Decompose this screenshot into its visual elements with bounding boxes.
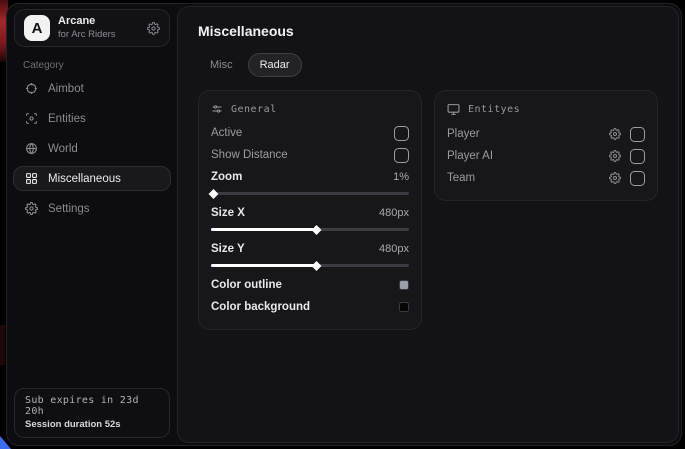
- monitor-icon: [447, 103, 460, 116]
- player-ai-settings-gear-icon[interactable]: [609, 150, 621, 162]
- zoom-value: 1%: [393, 171, 409, 183]
- setting-row-size-x: Size X 480px: [211, 202, 409, 224]
- size-x-value: 480px: [379, 207, 409, 219]
- brand-subtitle: for Arc Riders: [58, 29, 116, 41]
- sidebar-item-miscellaneous[interactable]: Miscellaneous: [13, 166, 171, 191]
- tab-radar[interactable]: Radar: [248, 53, 302, 77]
- general-card: General Active Show Distance Zoom 1%: [198, 90, 422, 330]
- sidebar-nav: Aimbot Entities World Miscellaneous: [7, 76, 177, 221]
- size-x-slider[interactable]: [211, 228, 409, 231]
- entity-row-player-ai: Player AI: [447, 145, 645, 167]
- globe-icon: [24, 142, 38, 155]
- setting-label: Show Distance: [211, 149, 288, 161]
- sidebar-item-label: Aimbot: [48, 83, 84, 95]
- sub-expiry-text: Sub expires in 23d 20h: [25, 395, 159, 417]
- sidebar-item-label: World: [48, 143, 78, 155]
- size-x-slider-thumb[interactable]: [311, 225, 321, 235]
- main-panel: Miscellaneous Misc Radar General Active: [177, 6, 679, 443]
- menu-window: A Arcane for Arc Riders Category Aimbot: [6, 3, 682, 446]
- setting-label: Zoom: [211, 171, 242, 183]
- size-y-slider[interactable]: [211, 264, 409, 267]
- entity-row-player: Player: [447, 123, 645, 145]
- sidebar-item-label: Entities: [48, 113, 86, 125]
- player-checkbox[interactable]: [630, 127, 645, 142]
- sliders-icon: [211, 103, 223, 115]
- setting-row-zoom: Zoom 1%: [211, 166, 409, 188]
- team-checkbox[interactable]: [630, 171, 645, 186]
- setting-label: Size Y: [211, 243, 245, 255]
- grid-icon: [24, 172, 38, 185]
- zoom-slider[interactable]: [211, 192, 409, 195]
- sidebar: A Arcane for Arc Riders Category Aimbot: [7, 4, 177, 445]
- general-card-title: General: [231, 104, 277, 115]
- brand-card: A Arcane for Arc Riders: [14, 9, 170, 47]
- subscription-info-card: Sub expires in 23d 20h Session duration …: [14, 388, 170, 438]
- app-logo: A: [24, 15, 50, 41]
- category-label: Category: [23, 60, 177, 71]
- setting-row-active: Active: [211, 122, 409, 144]
- setting-label: Color outline: [211, 279, 282, 291]
- setting-label: Active: [211, 127, 242, 139]
- entity-label: Player AI: [447, 150, 493, 162]
- active-checkbox[interactable]: [394, 126, 409, 141]
- gear-icon: [24, 202, 38, 215]
- screen: { "app": { "brand": { "initial": "A", "t…: [0, 0, 685, 449]
- game-background-red-sliver-2: [0, 325, 5, 365]
- sidebar-item-world[interactable]: World: [13, 136, 171, 161]
- crosshair-icon: [24, 82, 38, 95]
- setting-row-size-y: Size Y 480px: [211, 238, 409, 260]
- setting-label: Size X: [211, 207, 245, 219]
- sidebar-item-settings[interactable]: Settings: [13, 196, 171, 221]
- sidebar-item-label: Miscellaneous: [48, 173, 121, 185]
- setting-label: Color background: [211, 301, 310, 313]
- color-background-swatch[interactable]: [399, 302, 409, 312]
- tab-bar: Misc Radar: [198, 53, 658, 77]
- zoom-slider-thumb[interactable]: [209, 189, 219, 199]
- sidebar-item-entities[interactable]: Entities: [13, 106, 171, 131]
- entity-row-team: Team: [447, 167, 645, 189]
- page-title: Miscellaneous: [198, 23, 658, 39]
- setting-row-color-background: Color background: [211, 296, 409, 318]
- color-outline-swatch[interactable]: [399, 280, 409, 290]
- show-distance-checkbox[interactable]: [394, 148, 409, 163]
- size-y-slider-thumb[interactable]: [311, 261, 321, 271]
- entities-card: Entityes Player Player AI: [434, 90, 658, 201]
- player-ai-checkbox[interactable]: [630, 149, 645, 164]
- sidebar-item-aimbot[interactable]: Aimbot: [13, 76, 171, 101]
- brand-title: Arcane: [58, 15, 116, 29]
- setting-row-show-distance: Show Distance: [211, 144, 409, 166]
- entities-card-title: Entityes: [468, 104, 520, 115]
- size-y-value: 480px: [379, 243, 409, 255]
- scan-eye-icon: [24, 112, 38, 125]
- brand-settings-gear-icon[interactable]: [147, 22, 160, 35]
- session-duration-text: Session duration 52s: [25, 419, 159, 430]
- player-settings-gear-icon[interactable]: [609, 128, 621, 140]
- sidebar-item-label: Settings: [48, 203, 90, 215]
- setting-row-color-outline: Color outline: [211, 274, 409, 296]
- entity-label: Player: [447, 128, 480, 140]
- team-settings-gear-icon[interactable]: [609, 172, 621, 184]
- entity-label: Team: [447, 172, 475, 184]
- tab-misc[interactable]: Misc: [198, 53, 245, 77]
